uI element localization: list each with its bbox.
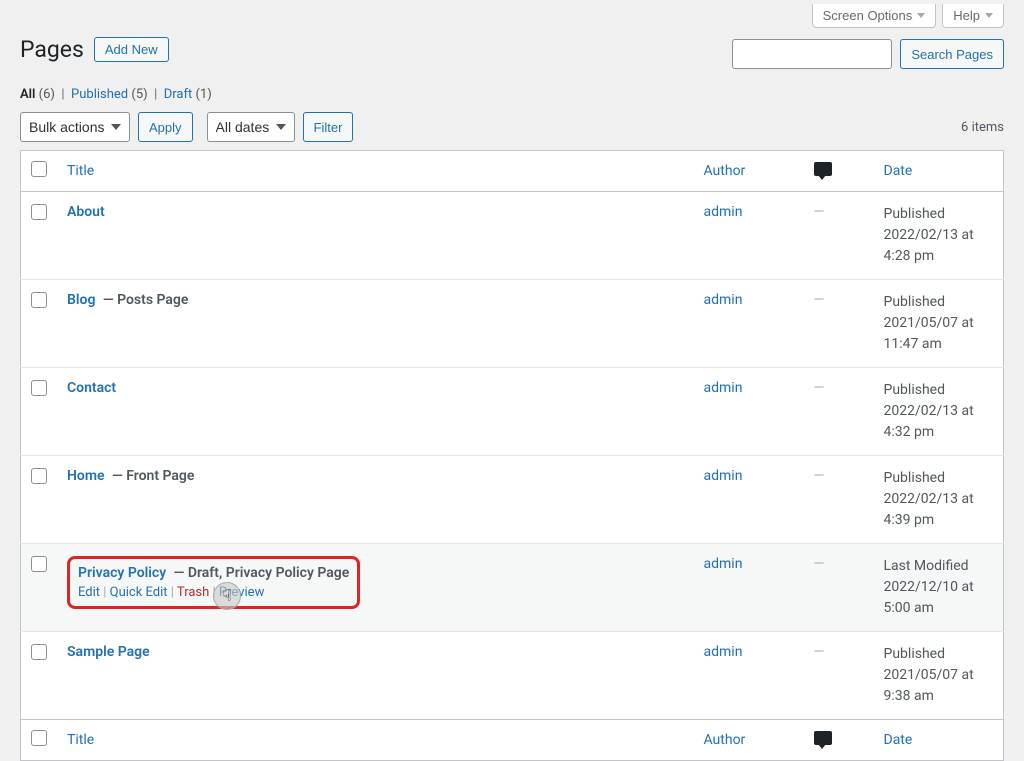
- author-link[interactable]: admin: [704, 556, 743, 572]
- date-status: Last Modified: [884, 556, 994, 577]
- page-title-link[interactable]: Sample Page: [67, 644, 150, 660]
- table-row: Sample Page admin — Published 2021/05/07…: [21, 632, 1004, 720]
- col-author: Author: [694, 151, 804, 192]
- add-new-button[interactable]: Add New: [94, 37, 169, 62]
- page-suffix: — Draft, Privacy Policy Page: [170, 565, 349, 581]
- col-comments: [804, 151, 874, 192]
- filter-all-count: (6): [39, 87, 55, 102]
- author-link[interactable]: admin: [704, 644, 743, 660]
- help-label: Help: [953, 8, 980, 23]
- screen-options-button[interactable]: Screen Options: [812, 4, 937, 28]
- date-filter-select[interactable]: All dates: [207, 112, 295, 142]
- author-link[interactable]: admin: [704, 468, 743, 484]
- trash-link[interactable]: Trash: [177, 585, 209, 600]
- highlight-annotation: Privacy Policy — Draft, Privacy Policy P…: [67, 556, 360, 609]
- chevron-down-icon: [917, 13, 925, 18]
- author-link[interactable]: admin: [704, 292, 743, 308]
- filter-button[interactable]: Filter: [303, 112, 354, 142]
- page-title-link[interactable]: Contact: [67, 380, 116, 396]
- row-checkbox[interactable]: [31, 204, 47, 220]
- date-status: Published: [884, 380, 994, 401]
- row-checkbox[interactable]: [31, 644, 47, 660]
- chevron-down-icon: [985, 13, 993, 18]
- comments-count: —: [814, 292, 825, 308]
- table-row: Privacy Policy — Draft, Privacy Policy P…: [21, 544, 1004, 632]
- row-checkbox[interactable]: [31, 556, 47, 572]
- filter-published[interactable]: Published: [71, 87, 128, 102]
- row-checkbox[interactable]: [31, 468, 47, 484]
- page-title: Pages: [20, 36, 84, 63]
- select-all-checkbox[interactable]: [31, 161, 47, 177]
- filter-all[interactable]: All: [20, 87, 35, 102]
- row-actions: Edit | Quick Edit | Trash | Preview: [78, 585, 349, 600]
- page-suffix: — Front Page: [109, 468, 195, 484]
- quick-edit-link[interactable]: Quick Edit: [110, 585, 168, 600]
- row-checkbox[interactable]: [31, 380, 47, 396]
- comments-count: —: [814, 380, 825, 396]
- date-status: Published: [884, 204, 994, 225]
- row-checkbox[interactable]: [31, 292, 47, 308]
- filter-draft-count: (1): [196, 87, 212, 102]
- col-date-footer: Date: [874, 720, 1004, 761]
- date-value: 2022/02/13 at 4:39 pm: [884, 489, 994, 531]
- col-comments-footer: [804, 720, 874, 761]
- filter-published-count: (5): [131, 87, 147, 102]
- page-title-link[interactable]: Blog: [67, 292, 95, 308]
- comment-icon: [814, 731, 832, 745]
- date-value: 2022/12/10 at 5:00 am: [884, 577, 994, 619]
- comments-count: —: [814, 468, 825, 484]
- table-row: Blog — Posts Page admin — Published 2021…: [21, 280, 1004, 368]
- comments-count: —: [814, 556, 825, 572]
- filter-draft[interactable]: Draft: [164, 87, 193, 102]
- page-title-link[interactable]: Home: [67, 468, 105, 484]
- search-input[interactable]: [732, 39, 892, 69]
- table-row: About admin — Published 2022/02/13 at 4:…: [21, 192, 1004, 280]
- apply-button[interactable]: Apply: [138, 112, 193, 142]
- select-all-checkbox-footer[interactable]: [31, 730, 47, 746]
- page-title-link[interactable]: About: [67, 204, 105, 220]
- col-title: Title: [57, 151, 694, 192]
- total-items: 6 items: [961, 120, 1004, 135]
- comments-count: —: [814, 644, 825, 660]
- table-row: Home — Front Page admin — Published 2022…: [21, 456, 1004, 544]
- preview-link[interactable]: Preview: [219, 585, 264, 600]
- edit-link[interactable]: Edit: [78, 585, 100, 600]
- date-value: 2022/02/13 at 4:32 pm: [884, 401, 994, 443]
- col-author-footer: Author: [694, 720, 804, 761]
- search-pages-button[interactable]: Search Pages: [900, 39, 1004, 69]
- col-date: Date: [874, 151, 1004, 192]
- author-link[interactable]: admin: [704, 380, 743, 396]
- comments-count: —: [814, 204, 825, 220]
- help-button[interactable]: Help: [942, 4, 1004, 28]
- page-title-link[interactable]: Privacy Policy: [78, 565, 166, 581]
- table-row: Contact admin — Published 2022/02/13 at …: [21, 368, 1004, 456]
- date-status: Published: [884, 292, 994, 313]
- date-value: 2021/05/07 at 9:38 am: [884, 665, 994, 707]
- comment-icon: [814, 162, 832, 176]
- date-status: Published: [884, 644, 994, 665]
- date-status: Published: [884, 468, 994, 489]
- col-title-footer: Title: [57, 720, 694, 761]
- bulk-actions-select[interactable]: Bulk actions: [20, 112, 130, 142]
- date-value: 2021/05/07 at 11:47 am: [884, 313, 994, 355]
- status-filters: All (6) | Published (5) | Draft (1): [20, 87, 1004, 102]
- screen-options-label: Screen Options: [823, 8, 913, 23]
- pages-table: Title Author Date About admin — Publishe…: [20, 150, 1004, 761]
- author-link[interactable]: admin: [704, 204, 743, 220]
- page-suffix: — Posts Page: [99, 292, 188, 308]
- date-value: 2022/02/13 at 4:28 pm: [884, 225, 994, 267]
